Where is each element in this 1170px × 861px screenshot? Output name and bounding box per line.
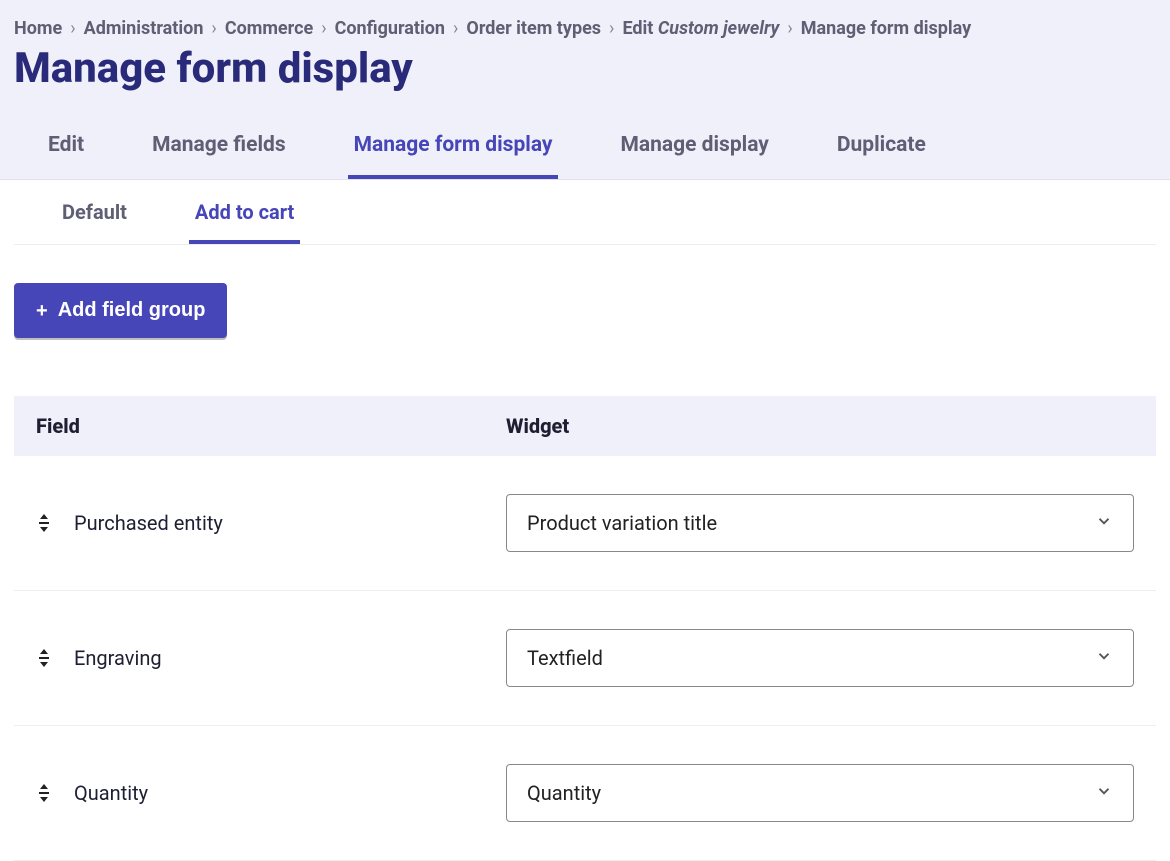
chevron-right-icon: › bbox=[787, 18, 792, 39]
chevron-right-icon: › bbox=[609, 18, 614, 39]
widget-value: Product variation title bbox=[527, 511, 717, 535]
secondary-tabs: Default Add to cart bbox=[14, 180, 1156, 245]
chevron-down-icon bbox=[1095, 646, 1113, 670]
table-row: Quantity Quantity bbox=[14, 726, 1156, 861]
widget-select[interactable]: Textfield bbox=[506, 629, 1134, 687]
field-label: Engraving bbox=[74, 646, 506, 670]
subtab-add-to-cart[interactable]: Add to cart bbox=[189, 180, 300, 244]
chevron-right-icon: › bbox=[453, 18, 458, 39]
add-field-group-button[interactable]: + Add field group bbox=[14, 283, 227, 338]
chevron-down-icon bbox=[1095, 511, 1113, 535]
tab-duplicate[interactable]: Duplicate bbox=[831, 119, 932, 179]
field-label: Quantity bbox=[74, 781, 506, 805]
column-widget: Widget bbox=[506, 414, 1134, 438]
field-label: Purchased entity bbox=[74, 511, 506, 535]
plus-icon: + bbox=[36, 301, 48, 321]
breadcrumb-item[interactable]: Configuration bbox=[335, 18, 445, 39]
tab-edit[interactable]: Edit bbox=[42, 119, 90, 179]
chevron-right-icon: › bbox=[321, 18, 326, 39]
tab-manage-fields[interactable]: Manage fields bbox=[146, 119, 292, 179]
drag-handle-icon[interactable] bbox=[36, 784, 74, 802]
primary-tabs: Edit Manage fields Manage form display M… bbox=[0, 119, 1170, 179]
tab-manage-display[interactable]: Manage display bbox=[614, 119, 774, 179]
chevron-right-icon: › bbox=[70, 18, 75, 39]
drag-handle-icon[interactable] bbox=[36, 649, 74, 667]
breadcrumb-item[interactable]: Edit Custom jewelry bbox=[622, 18, 779, 39]
breadcrumb: Home › Administration › Commerce › Confi… bbox=[0, 0, 1170, 43]
breadcrumb-item[interactable]: Home bbox=[14, 18, 62, 39]
column-field: Field bbox=[36, 414, 506, 438]
tab-manage-form-display[interactable]: Manage form display bbox=[348, 119, 559, 179]
breadcrumb-current: Manage form display bbox=[801, 18, 971, 39]
breadcrumb-item[interactable]: Administration bbox=[84, 18, 204, 39]
widget-select[interactable]: Product variation title bbox=[506, 494, 1134, 552]
page-title: Manage form display bbox=[14, 47, 1156, 91]
add-field-group-label: Add field group bbox=[58, 299, 206, 322]
table-row: Purchased entity Product variation title bbox=[14, 456, 1156, 591]
table-header: Field Widget bbox=[14, 396, 1156, 456]
drag-handle-icon[interactable] bbox=[36, 514, 74, 532]
widget-value: Quantity bbox=[527, 781, 601, 805]
breadcrumb-item[interactable]: Commerce bbox=[225, 18, 313, 39]
breadcrumb-item[interactable]: Order item types bbox=[466, 18, 601, 39]
chevron-down-icon bbox=[1095, 781, 1113, 805]
field-display-table: Field Widget Purchased entity Product va… bbox=[14, 396, 1156, 861]
table-row: Engraving Textfield bbox=[14, 591, 1156, 726]
chevron-right-icon: › bbox=[211, 18, 216, 39]
widget-value: Textfield bbox=[527, 646, 603, 670]
subtab-default[interactable]: Default bbox=[56, 180, 133, 244]
widget-select[interactable]: Quantity bbox=[506, 764, 1134, 822]
